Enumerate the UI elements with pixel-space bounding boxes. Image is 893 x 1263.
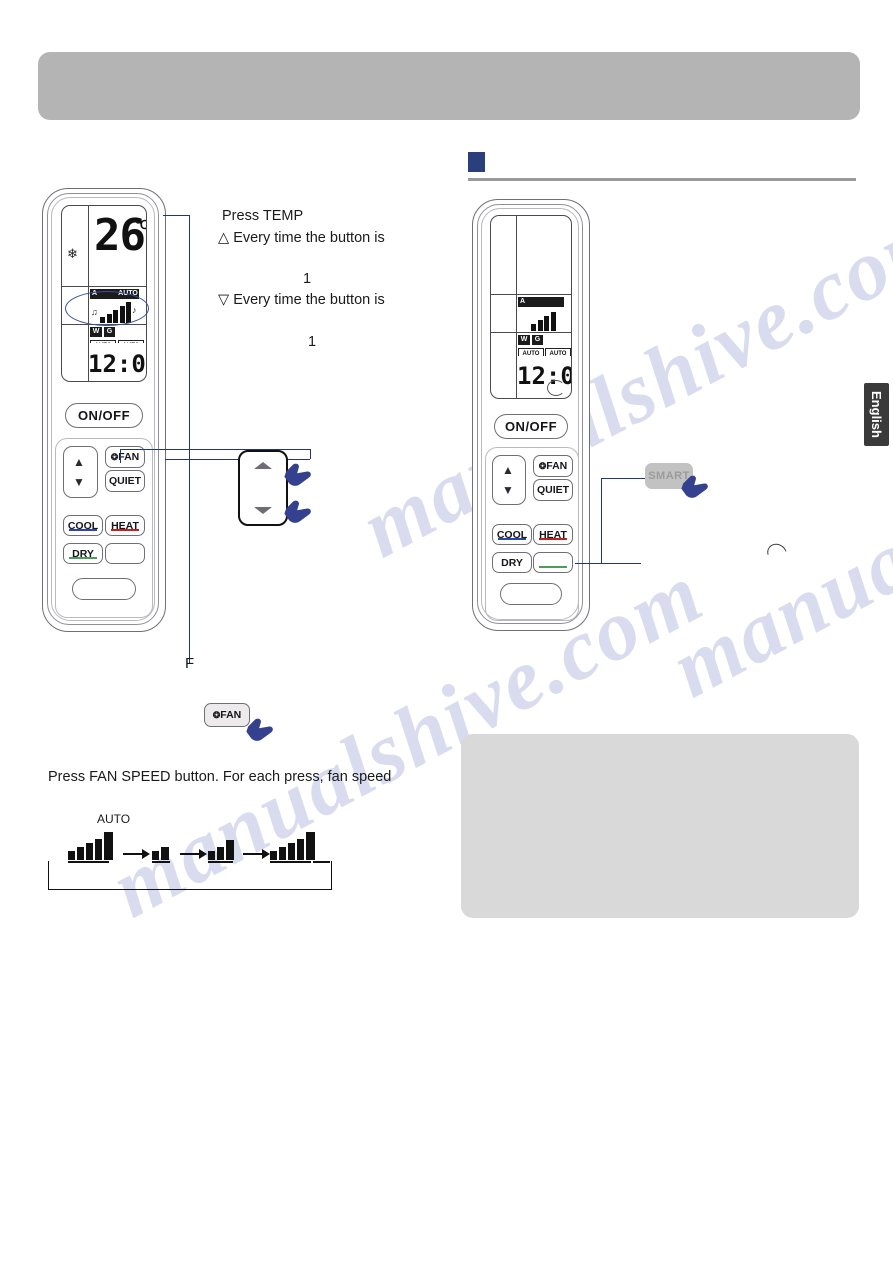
fan-button[interactable]: ❂ FAN <box>533 455 573 477</box>
triangle-down-icon <box>254 507 272 514</box>
heat-underline <box>538 538 568 540</box>
pointing-hand-icon <box>243 713 277 747</box>
fan-blade-icon: ❂ <box>538 460 547 471</box>
swirl-arc-icon <box>547 380 565 396</box>
right-arrow-icon <box>180 849 207 859</box>
heat-button[interactable]: HEAT <box>533 524 573 545</box>
heat-button[interactable]: HEAT <box>105 515 145 536</box>
quiet-button[interactable]: QUIET <box>533 479 573 501</box>
smart-underline <box>538 566 568 568</box>
triangle-up-icon <box>254 462 272 469</box>
fan-row-highlight-ellipse <box>65 291 149 326</box>
fan-speed-instruction: Press FAN SPEED button. For each press, … <box>48 769 392 785</box>
watermark: manualshive.com <box>655 324 893 716</box>
remote-control-right: A W G AUTO AUTO \\|// \\|// 12:00 ON/OFF… <box>472 199 590 631</box>
right-arrow-icon <box>243 849 270 859</box>
chevron-down-icon: ▼ <box>502 483 514 497</box>
pointing-hand-icon <box>281 458 315 492</box>
wide-blank-button[interactable] <box>500 583 562 605</box>
callout-line-vertical <box>189 215 191 663</box>
lcd-fan-speed-bars <box>531 312 556 331</box>
dry-button[interactable]: DRY <box>492 552 532 573</box>
dry-button[interactable]: DRY <box>63 543 103 564</box>
lcd-indicator-g: G <box>104 327 115 337</box>
lcd-temperature-unit: ℃ <box>135 218 147 232</box>
quiet-button[interactable]: QUIET <box>105 470 145 492</box>
section-marker <box>468 152 485 172</box>
heat-underline <box>110 529 140 531</box>
f-label: F <box>185 655 195 672</box>
fan-cycle-step-high <box>270 830 315 860</box>
smart-button[interactable] <box>533 552 573 573</box>
fan-cycle-step-medium <box>208 836 234 860</box>
chevron-up-icon: ▲ <box>73 455 85 469</box>
pointing-hand-icon <box>281 495 315 529</box>
remote-control-left: ❄ 26 ℃ A AUTO ♫ ♪ W G AUTO AUTO \\|// \\… <box>42 188 166 632</box>
chevron-up-icon: ▲ <box>502 463 514 477</box>
temp-instruction-down-value: 1 <box>308 334 317 350</box>
onoff-button[interactable]: ON/OFF <box>65 403 143 428</box>
temp-instruction-title: Press TEMP <box>222 208 304 224</box>
temperature-rocker-button[interactable]: ▲ ▼ <box>63 446 98 498</box>
snowflake-icon: ❄ <box>67 246 78 261</box>
lcd-indicator-g: G <box>532 335 543 345</box>
remote-lcd-clock-area: 12:00 <box>490 356 572 399</box>
lcd-indicator-a: A <box>518 297 564 307</box>
language-tab-label: English <box>869 391 884 438</box>
wide-blank-button[interactable] <box>72 578 136 600</box>
lcd-indicator-w: W <box>518 335 530 345</box>
fan-cycle-auto-label: AUTO <box>97 812 131 826</box>
page-header-banner <box>38 52 860 120</box>
pointing-hand-icon <box>678 470 712 504</box>
fan-cycle-step-low <box>152 840 169 860</box>
smart-button[interactable] <box>105 543 145 564</box>
onoff-button[interactable]: ON/OFF <box>494 414 568 439</box>
temp-instruction-up-value: 1 <box>303 271 312 287</box>
fan-blade-icon: ❂ <box>212 709 221 720</box>
temp-instruction-down: ▽ Every time the button is <box>218 292 385 308</box>
lcd-indicator-w: W <box>90 327 102 337</box>
right-arrow-icon <box>123 849 150 859</box>
callout-line-smart-v <box>601 478 603 564</box>
fan-cycle-step-auto <box>68 830 113 860</box>
lcd-clock-value: 12:00 <box>88 350 146 378</box>
callout-line-smart-top <box>601 478 646 480</box>
language-tab-english[interactable]: English <box>864 383 889 446</box>
temp-instruction-up: △ Every time the button is <box>218 230 385 246</box>
callout-line-rocker-drop <box>120 449 122 463</box>
fan-blade-icon: ❂ <box>110 451 119 462</box>
fan-cycle-loop-box <box>48 861 332 890</box>
cool-button[interactable]: COOL <box>63 515 103 536</box>
callout-line-temp <box>163 215 190 217</box>
chevron-down-icon: ▼ <box>73 475 85 489</box>
swirl-arc-icon <box>763 540 791 566</box>
dry-underline <box>68 557 98 559</box>
remote-lcd-display: A W G AUTO AUTO \\|// \\|// <box>490 215 572 372</box>
callout-line-smart-h <box>575 563 641 565</box>
temperature-rocker-button[interactable]: ▲ ▼ <box>492 455 526 505</box>
cool-underline <box>497 538 527 540</box>
note-box <box>461 734 859 918</box>
section-divider <box>468 178 856 181</box>
cool-button[interactable]: COOL <box>492 524 532 545</box>
cool-underline <box>68 529 98 531</box>
watermark: manualshive.com <box>345 184 893 576</box>
remote-lcd-clock-area: 12:00 <box>61 343 147 382</box>
remote-lcd-display: ❄ 26 ℃ A AUTO ♫ ♪ W G AUTO AUTO \\|// \\… <box>61 205 147 359</box>
